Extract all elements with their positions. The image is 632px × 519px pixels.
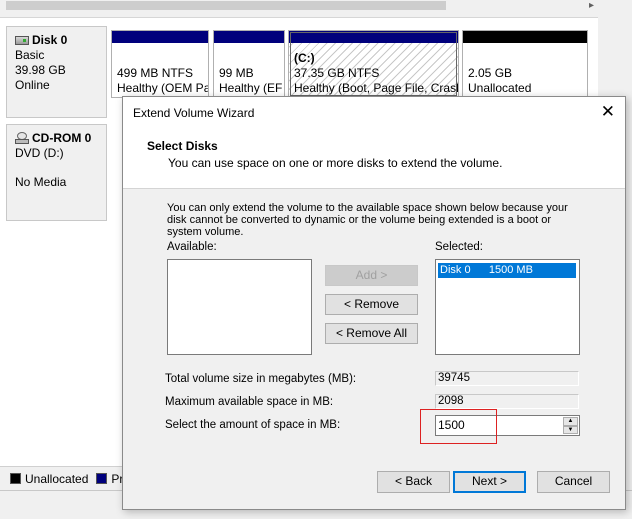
cdrom-0-type: DVD (D:) bbox=[15, 146, 64, 160]
cdrom-icon bbox=[15, 132, 29, 145]
partition-size: 37.35 GB NTFS bbox=[294, 66, 380, 80]
cdrom-0-name: CD-ROM 0 bbox=[32, 131, 92, 145]
cancel-button[interactable]: Cancel bbox=[537, 471, 610, 493]
legend-unallocated: Unallocated bbox=[25, 471, 89, 486]
cdrom-0-status: No Media bbox=[15, 175, 67, 189]
partition-status: Unallocated bbox=[468, 81, 532, 95]
partition-size: 2.05 GB bbox=[468, 66, 513, 80]
partition-status: Healthy (Boot, Page File, Crash bbox=[294, 81, 458, 95]
disk-0-name: Disk 0 bbox=[32, 33, 68, 47]
close-icon[interactable]: ✕ bbox=[601, 103, 615, 121]
partition-size: 499 MB NTFS bbox=[117, 66, 194, 80]
max-space-value: 2098 bbox=[435, 394, 579, 409]
scroll-right-arrow-icon[interactable]: ▸ bbox=[589, 0, 594, 11]
partition-status: Healthy (OEM Pa bbox=[117, 81, 208, 95]
dialog-title: Extend Volume Wizard bbox=[133, 106, 255, 120]
spin-arrows: ▲ ▼ bbox=[563, 417, 578, 434]
page-subtitle: You can use space on one or more disks t… bbox=[168, 156, 503, 170]
partition-label: (C:) bbox=[294, 51, 315, 65]
highlight-box bbox=[420, 409, 497, 444]
disk-0-size: 39.98 GB bbox=[15, 63, 66, 77]
add-button[interactable]: Add > bbox=[325, 265, 418, 286]
partition-bar bbox=[214, 31, 284, 43]
disk-0-info[interactable]: Disk 0 Basic 39.98 GB Online bbox=[6, 26, 107, 118]
disk-0-name-row: Disk 0 bbox=[15, 33, 106, 48]
dialog-titlebar[interactable]: Extend Volume Wizard bbox=[123, 97, 625, 129]
total-size-value: 39745 bbox=[435, 371, 579, 386]
disk-0-status: Online bbox=[15, 78, 50, 92]
selected-disk-item[interactable]: Disk 0 1500 MB bbox=[438, 263, 576, 278]
unallocated-swatch bbox=[10, 473, 21, 484]
page-title: Select Disks bbox=[147, 139, 218, 153]
selected-disks-list[interactable]: Disk 0 1500 MB bbox=[435, 259, 580, 355]
scrollbar-thumb[interactable] bbox=[6, 1, 446, 10]
spin-up-arrow-icon[interactable]: ▲ bbox=[563, 417, 578, 426]
partition-bar bbox=[289, 31, 458, 43]
partition-c[interactable]: (C:) 37.35 GB NTFS Healthy (Boot, Page F… bbox=[288, 30, 459, 98]
amount-label: Select the amount of space in MB: bbox=[165, 419, 341, 431]
cdrom-0-info[interactable]: CD-ROM 0 DVD (D:) No Media bbox=[6, 124, 107, 221]
extend-volume-wizard-dialog: Extend Volume Wizard ✕ Select Disks You … bbox=[122, 96, 626, 510]
back-button[interactable]: < Back bbox=[377, 471, 450, 493]
selected-label: Selected: bbox=[435, 241, 483, 253]
spin-down-arrow-icon[interactable]: ▼ bbox=[563, 425, 578, 434]
hard-disk-icon bbox=[15, 36, 29, 45]
partition-size: 99 MB bbox=[219, 66, 254, 80]
partition-oem[interactable]: 499 MB NTFS Healthy (OEM Pa bbox=[111, 30, 209, 98]
remove-button[interactable]: < Remove bbox=[325, 294, 418, 315]
total-size-label: Total volume size in megabytes (MB): bbox=[165, 373, 357, 385]
partition-bar bbox=[112, 31, 208, 43]
available-label: Available: bbox=[167, 241, 217, 253]
partition-bar bbox=[463, 31, 587, 43]
disk-0-type: Basic bbox=[15, 48, 45, 62]
next-button[interactable]: Next > bbox=[453, 471, 526, 493]
partition-unallocated[interactable]: 2.05 GB Unallocated bbox=[462, 30, 588, 98]
available-disks-list[interactable] bbox=[167, 259, 312, 355]
partition-status: Healthy (EF bbox=[219, 81, 283, 95]
wizard-body: You can only extend the volume to the av… bbox=[123, 189, 625, 509]
max-space-label: Maximum available space in MB: bbox=[165, 396, 334, 408]
horizontal-scrollbar[interactable]: ▸ bbox=[0, 0, 598, 18]
legend: Unallocated Pri bbox=[0, 466, 130, 490]
cdrom-0-name-row: CD-ROM 0 bbox=[15, 131, 106, 146]
wizard-header: Select Disks You can use space on one or… bbox=[123, 129, 625, 189]
info-note: You can only extend the volume to the av… bbox=[167, 202, 568, 238]
primary-swatch bbox=[96, 473, 108, 484]
remove-all-button[interactable]: < Remove All bbox=[325, 323, 418, 344]
partition-efi[interactable]: 99 MB Healthy (EF bbox=[213, 30, 285, 98]
